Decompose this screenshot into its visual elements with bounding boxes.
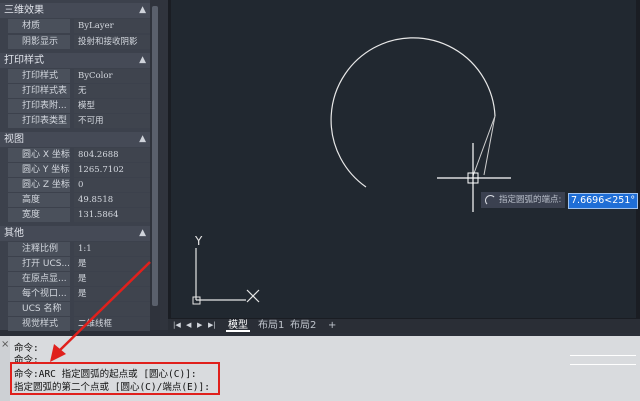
command-input-bar[interactable]: [570, 355, 636, 365]
canvas-drawing: [192, 37, 511, 305]
property-row[interactable]: 打印表附... 模型: [0, 99, 150, 114]
collapse-icon[interactable]: ▲: [139, 3, 146, 18]
property-row[interactable]: 阴影显示 投射和接收阴影: [0, 35, 150, 50]
next-tab-button[interactable]: ▶: [197, 321, 202, 329]
properties-palette: 三维效果 ▲ 材质 ByLayer 阴影显示 投射和接收阴影 打印样式 ▲ 打印样式 By…: [0, 0, 151, 332]
property-row[interactable]: 圆心 Y 坐标 1265.7102: [0, 163, 150, 178]
dynamic-prompt-text: 指定圆弧的端点:: [499, 195, 562, 205]
rubber-band-line: [472, 115, 496, 177]
arc-entity: [330, 37, 496, 188]
collapse-icon[interactable]: ▲: [139, 132, 146, 147]
section-header-view[interactable]: 视图 ▲: [0, 132, 150, 147]
property-row[interactable]: 注释比例 1:1: [0, 242, 150, 257]
property-row[interactable]: 打印样式表无: [0, 84, 150, 99]
tab-layout1[interactable]: 布局1: [256, 319, 286, 332]
rubber-band-line: [483, 115, 496, 176]
tab-layout2[interactable]: 布局2: [288, 319, 318, 332]
section-header-misc[interactable]: 其他 ▲: [0, 226, 150, 241]
close-icon[interactable]: ×: [1, 339, 9, 350]
panel-divider: [160, 0, 168, 330]
command-window-gutter: ×: [0, 336, 10, 401]
property-row[interactable]: 宽度 131.5864: [0, 208, 150, 223]
dynamic-input-tooltip: 指定圆弧的端点:: [481, 192, 566, 208]
ucs-icon: [192, 248, 260, 305]
arc-icon: [485, 195, 496, 206]
property-row[interactable]: 在原点显... 是: [0, 272, 150, 287]
tab-model[interactable]: 模型: [226, 319, 250, 332]
property-row[interactable]: 圆心 Z 坐标 0: [0, 178, 150, 193]
first-tab-button[interactable]: |◀: [173, 321, 181, 329]
property-row[interactable]: 打印表类型 不可用: [0, 114, 150, 129]
last-tab-button[interactable]: ▶|: [208, 321, 216, 329]
property-row[interactable]: 每个视口... 是: [0, 287, 150, 302]
property-row[interactable]: 打印样式 ByColor: [0, 69, 150, 84]
dynamic-input-field[interactable]: 7.6696<251°: [568, 193, 639, 209]
annotation-highlight-box: [10, 362, 220, 395]
layout-tab-bar: |◀ ◀ ▶ ▶| 模型 布局1 布局2 +: [168, 318, 640, 333]
property-row[interactable]: 高度 49.8518: [0, 193, 150, 208]
property-row[interactable]: UCS 名称: [0, 302, 150, 317]
scrollbar-thumb[interactable]: [152, 6, 158, 306]
properties-scrollbar[interactable]: [150, 0, 160, 330]
ucs-y-label: Y: [195, 234, 203, 248]
drawing-canvas[interactable]: Y X: [168, 0, 640, 318]
collapse-icon[interactable]: ▲: [139, 226, 146, 241]
property-row[interactable]: 圆心 X 坐标 804.2688: [0, 148, 150, 163]
add-layout-button[interactable]: +: [326, 319, 338, 332]
section-header-3d-effects[interactable]: 三维效果 ▲: [0, 3, 150, 18]
property-row[interactable]: 打开 UCS... 是: [0, 257, 150, 272]
property-row[interactable]: 材质 ByLayer: [0, 19, 150, 34]
section-header-plot-style[interactable]: 打印样式 ▲: [0, 53, 150, 68]
prev-tab-button[interactable]: ◀: [186, 321, 191, 329]
property-row[interactable]: 视觉样式 二维线框: [0, 317, 150, 332]
collapse-icon[interactable]: ▲: [139, 53, 146, 68]
